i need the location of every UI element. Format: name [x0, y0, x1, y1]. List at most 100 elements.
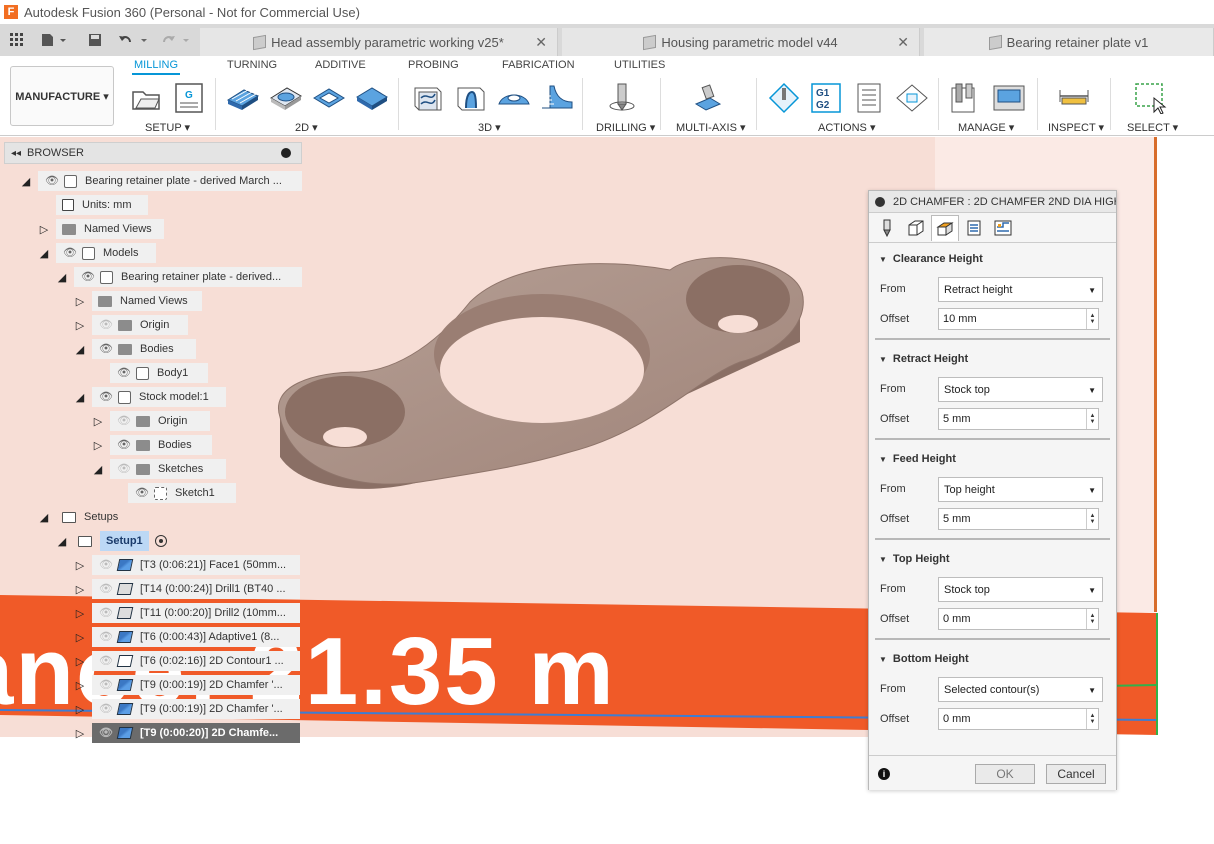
group-setup[interactable]: SETUP ▾	[145, 121, 190, 134]
group-manage[interactable]: MANAGE ▾	[958, 121, 1014, 134]
tree-item-operation-selected[interactable]: 👁 [T9 (0:00:20)] 2D Chamfe...	[92, 722, 300, 744]
app-grid-icon[interactable]	[6, 29, 28, 51]
visibility-eye-icon[interactable]: 👁	[98, 320, 114, 331]
expand-toggle-icon[interactable]: ▷	[74, 631, 86, 644]
clearance-offset-input[interactable]: 10 mm ▲ ▼	[938, 308, 1099, 330]
collapse-browser-icon[interactable]: ◂◂	[11, 148, 21, 159]
tree-item-origin[interactable]: 👁 Origin	[92, 314, 188, 336]
visibility-eye-icon[interactable]: 👁	[134, 488, 150, 499]
visibility-eye-icon[interactable]: 👁	[116, 464, 132, 475]
browser-options-icon[interactable]	[281, 148, 291, 158]
visibility-eye-icon[interactable]: 👁	[98, 656, 114, 667]
tab-fabrication[interactable]: FABRICATION	[502, 59, 575, 71]
tab-turning[interactable]: TURNING	[227, 59, 277, 71]
collapse-dialog-icon[interactable]	[875, 196, 885, 207]
expand-toggle-icon[interactable]: ▷	[74, 655, 86, 668]
clearance-from-select[interactable]: Retract height ▼	[938, 277, 1103, 302]
tree-item-operation[interactable]: 👁 [T3 (0:06:21)] Face1 (50mm...	[92, 554, 300, 576]
group-actions[interactable]: ACTIONS ▾	[818, 121, 875, 134]
part-model[interactable]	[270, 252, 815, 502]
tree-item-sketches[interactable]: 👁 Sketches	[110, 458, 226, 480]
tree-item-operation[interactable]: 👁 [T9 (0:00:19)] 2D Chamfer '...	[92, 674, 300, 696]
visibility-eye-icon[interactable]: 👁	[62, 248, 78, 259]
visibility-eye-icon[interactable]: 👁	[98, 728, 114, 739]
expand-toggle-icon[interactable]: ▷	[74, 679, 86, 692]
expand-toggle-icon[interactable]: ▷	[92, 415, 104, 428]
tree-item-origin-2[interactable]: 👁 Origin	[110, 410, 210, 432]
group-inspect[interactable]: INSPECT ▾	[1048, 121, 1104, 134]
tool-library-icon[interactable]	[950, 82, 982, 114]
section-title[interactable]: ▼ Top Height	[879, 553, 950, 565]
collapse-toggle-icon[interactable]: ◢	[38, 511, 50, 524]
tree-item-models[interactable]: 👁 Models	[56, 242, 156, 264]
section-title[interactable]: ▼ Bottom Height	[879, 653, 969, 665]
tab-probing[interactable]: PROBING	[408, 59, 459, 71]
close-icon[interactable]: ✕	[897, 34, 909, 51]
visibility-eye-icon[interactable]: 👁	[116, 368, 132, 379]
2d-pocket-icon[interactable]	[312, 82, 345, 114]
select-icon[interactable]	[1134, 82, 1167, 115]
tree-item-named-views[interactable]: Named Views	[56, 218, 164, 240]
bottom-offset-input[interactable]: 0 mm ▲ ▼	[938, 708, 1099, 730]
feed-offset-input[interactable]: 5 mm ▲ ▼	[938, 508, 1099, 530]
visibility-eye-icon[interactable]: 👁	[98, 392, 114, 403]
dialog-title-bar[interactable]: 2D CHAMFER : 2D CHAMFER 2ND DIA HIGH - 3	[869, 191, 1116, 213]
visibility-eye-icon[interactable]: 👁	[98, 608, 114, 619]
expand-toggle-icon[interactable]: ▷	[74, 703, 86, 716]
doc-tab-bearing-retainer[interactable]: Bearing retainer plate v1	[924, 28, 1214, 56]
collapse-toggle-icon[interactable]: ◢	[74, 343, 86, 356]
section-title[interactable]: ▼ Retract Height	[879, 353, 968, 365]
expand-toggle-icon[interactable]: ▷	[74, 727, 86, 740]
collapse-toggle-icon[interactable]: ◢	[56, 271, 68, 284]
machine-library-icon[interactable]	[992, 82, 1025, 114]
retract-from-select[interactable]: Stock top ▼	[938, 377, 1103, 402]
visibility-eye-icon[interactable]: 👁	[98, 704, 114, 715]
feed-from-select[interactable]: Top height ▼	[938, 477, 1103, 502]
2d-contour-icon[interactable]	[355, 82, 388, 114]
tree-item-named-views-2[interactable]: Named Views	[92, 290, 202, 312]
simulate-icon[interactable]	[768, 82, 800, 114]
visibility-eye-icon[interactable]: 👁	[98, 680, 114, 691]
tree-item-document[interactable]: 👁 Bearing retainer plate - derived March …	[38, 170, 302, 192]
collapse-toggle-icon[interactable]: ◢	[74, 391, 86, 404]
undo-icon[interactable]	[116, 29, 150, 51]
tree-item-setup1[interactable]: Setup1	[74, 530, 167, 552]
visibility-eye-icon[interactable]: 👁	[98, 632, 114, 643]
tree-item-stock-model[interactable]: 👁 Stock model:1	[92, 386, 226, 408]
tree-item-model-component[interactable]: 👁 Bearing retainer plate - derived...	[74, 266, 302, 288]
post-process-icon[interactable]: G1 G2	[810, 82, 842, 114]
tree-item-operation[interactable]: 👁 [T11 (0:00:20)] Drill2 (10mm...	[92, 602, 300, 624]
file-menu-icon[interactable]	[38, 29, 70, 51]
tab-linking-icon[interactable]	[989, 215, 1017, 241]
tree-item-setups[interactable]: Setups	[56, 506, 134, 528]
section-title[interactable]: ▼ Feed Height	[879, 453, 956, 465]
redo-icon[interactable]	[158, 29, 192, 51]
info-icon[interactable]: i	[878, 768, 890, 780]
section-title[interactable]: ▼ Clearance Height	[879, 253, 983, 265]
collapse-toggle-icon[interactable]: ◢	[20, 175, 32, 188]
tab-additive[interactable]: ADDITIVE	[315, 59, 366, 71]
doc-tab-head-assembly[interactable]: Head assembly parametric working v25* ✕	[200, 28, 558, 56]
tree-item-bodies[interactable]: 👁 Bodies	[92, 338, 196, 360]
setup-sheet-icon[interactable]	[853, 82, 885, 114]
top-from-select[interactable]: Stock top ▼	[938, 577, 1103, 602]
tree-item-operation[interactable]: 👁 [T6 (0:02:16)] 2D Contour1 ...	[92, 650, 300, 672]
visibility-eye-icon[interactable]: 👁	[98, 560, 114, 571]
expand-toggle-icon[interactable]: ▷	[74, 295, 86, 308]
2d-adaptive-icon[interactable]	[269, 82, 302, 114]
collapse-toggle-icon[interactable]: ◢	[56, 535, 68, 548]
ok-button[interactable]: OK	[975, 764, 1035, 784]
bottom-from-select[interactable]: Selected contour(s) ▼	[938, 677, 1103, 702]
drill-icon[interactable]	[606, 82, 638, 114]
visibility-eye-icon[interactable]: 👁	[116, 416, 132, 427]
new-setup-icon[interactable]	[130, 82, 162, 114]
adaptive-clearing-icon[interactable]	[411, 82, 443, 114]
tab-tool-icon[interactable]	[873, 215, 901, 241]
expand-toggle-icon[interactable]: ▷	[38, 223, 50, 236]
visibility-eye-icon[interactable]: 👁	[44, 176, 60, 187]
group-drilling[interactable]: DRILLING ▾	[596, 121, 655, 134]
visibility-eye-icon[interactable]: 👁	[116, 440, 132, 451]
expand-toggle-icon[interactable]: ▷	[74, 559, 86, 572]
multi-axis-icon[interactable]	[692, 82, 724, 114]
save-icon[interactable]	[84, 29, 106, 51]
